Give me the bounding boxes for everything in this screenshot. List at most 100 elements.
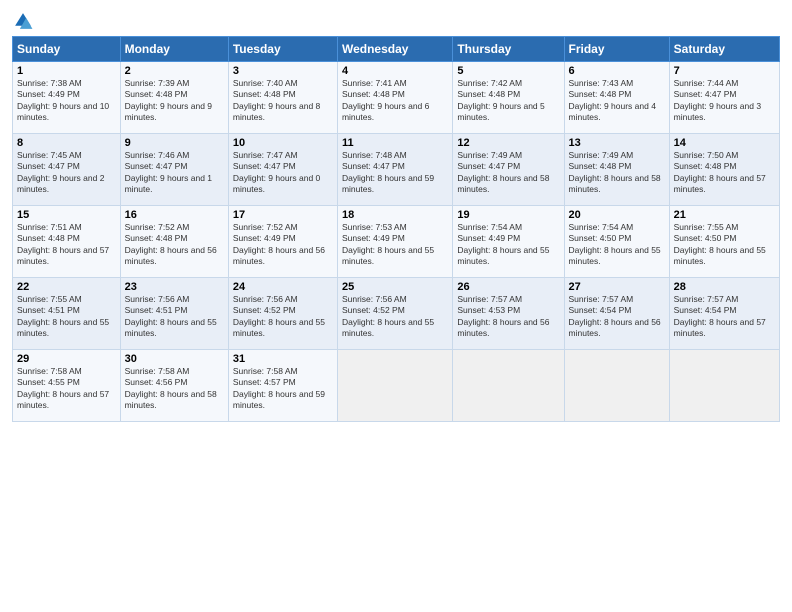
day-info: Sunrise: 7:50 AMSunset: 4:48 PMDaylight:…: [674, 150, 775, 196]
day-number: 25: [342, 281, 448, 293]
week-row-5: 29 Sunrise: 7:58 AMSunset: 4:55 PMDaylig…: [13, 350, 780, 422]
calendar-cell: 29 Sunrise: 7:58 AMSunset: 4:55 PMDaylig…: [13, 350, 121, 422]
calendar-cell: 4 Sunrise: 7:41 AMSunset: 4:48 PMDayligh…: [337, 62, 452, 134]
calendar-cell: 23 Sunrise: 7:56 AMSunset: 4:51 PMDaylig…: [120, 278, 228, 350]
header-wednesday: Wednesday: [337, 37, 452, 62]
calendar-cell: 1 Sunrise: 7:38 AMSunset: 4:49 PMDayligh…: [13, 62, 121, 134]
calendar-cell: 2 Sunrise: 7:39 AMSunset: 4:48 PMDayligh…: [120, 62, 228, 134]
day-number: 11: [342, 137, 448, 149]
calendar-cell: 16 Sunrise: 7:52 AMSunset: 4:48 PMDaylig…: [120, 206, 228, 278]
day-info: Sunrise: 7:43 AMSunset: 4:48 PMDaylight:…: [569, 78, 665, 124]
calendar-cell: 22 Sunrise: 7:55 AMSunset: 4:51 PMDaylig…: [13, 278, 121, 350]
calendar-cell: 13 Sunrise: 7:49 AMSunset: 4:48 PMDaylig…: [564, 134, 669, 206]
calendar-cell: 10 Sunrise: 7:47 AMSunset: 4:47 PMDaylig…: [228, 134, 337, 206]
week-row-1: 1 Sunrise: 7:38 AMSunset: 4:49 PMDayligh…: [13, 62, 780, 134]
header-row: SundayMondayTuesdayWednesdayThursdayFrid…: [13, 37, 780, 62]
calendar-cell: 30 Sunrise: 7:58 AMSunset: 4:56 PMDaylig…: [120, 350, 228, 422]
day-number: 17: [233, 209, 333, 221]
calendar-cell: 3 Sunrise: 7:40 AMSunset: 4:48 PMDayligh…: [228, 62, 337, 134]
day-number: 3: [233, 65, 333, 77]
day-info: Sunrise: 7:55 AMSunset: 4:51 PMDaylight:…: [17, 294, 116, 340]
day-info: Sunrise: 7:54 AMSunset: 4:50 PMDaylight:…: [569, 222, 665, 268]
day-number: 23: [125, 281, 224, 293]
day-number: 26: [457, 281, 559, 293]
day-info: Sunrise: 7:40 AMSunset: 4:48 PMDaylight:…: [233, 78, 333, 124]
day-info: Sunrise: 7:57 AMSunset: 4:54 PMDaylight:…: [674, 294, 775, 340]
calendar-cell: 19 Sunrise: 7:54 AMSunset: 4:49 PMDaylig…: [453, 206, 564, 278]
day-info: Sunrise: 7:42 AMSunset: 4:48 PMDaylight:…: [457, 78, 559, 124]
day-info: Sunrise: 7:38 AMSunset: 4:49 PMDaylight:…: [17, 78, 116, 124]
day-number: 2: [125, 65, 224, 77]
calendar-cell: 7 Sunrise: 7:44 AMSunset: 4:47 PMDayligh…: [669, 62, 779, 134]
day-info: Sunrise: 7:58 AMSunset: 4:55 PMDaylight:…: [17, 366, 116, 412]
day-info: Sunrise: 7:56 AMSunset: 4:52 PMDaylight:…: [342, 294, 448, 340]
day-info: Sunrise: 7:54 AMSunset: 4:49 PMDaylight:…: [457, 222, 559, 268]
calendar-header: SundayMondayTuesdayWednesdayThursdayFrid…: [13, 37, 780, 62]
day-info: Sunrise: 7:47 AMSunset: 4:47 PMDaylight:…: [233, 150, 333, 196]
day-number: 24: [233, 281, 333, 293]
calendar-cell: [453, 350, 564, 422]
calendar-cell: 6 Sunrise: 7:43 AMSunset: 4:48 PMDayligh…: [564, 62, 669, 134]
calendar-cell: 9 Sunrise: 7:46 AMSunset: 4:47 PMDayligh…: [120, 134, 228, 206]
day-info: Sunrise: 7:56 AMSunset: 4:52 PMDaylight:…: [233, 294, 333, 340]
day-number: 31: [233, 353, 333, 365]
logo-icon: [12, 10, 34, 32]
day-number: 19: [457, 209, 559, 221]
calendar-cell: 8 Sunrise: 7:45 AMSunset: 4:47 PMDayligh…: [13, 134, 121, 206]
day-info: Sunrise: 7:49 AMSunset: 4:48 PMDaylight:…: [569, 150, 665, 196]
day-number: 28: [674, 281, 775, 293]
day-info: Sunrise: 7:52 AMSunset: 4:49 PMDaylight:…: [233, 222, 333, 268]
day-info: Sunrise: 7:45 AMSunset: 4:47 PMDaylight:…: [17, 150, 116, 196]
day-number: 29: [17, 353, 116, 365]
week-row-3: 15 Sunrise: 7:51 AMSunset: 4:48 PMDaylig…: [13, 206, 780, 278]
day-number: 30: [125, 353, 224, 365]
day-number: 12: [457, 137, 559, 149]
header: [12, 10, 780, 32]
calendar-cell: 15 Sunrise: 7:51 AMSunset: 4:48 PMDaylig…: [13, 206, 121, 278]
day-info: Sunrise: 7:52 AMSunset: 4:48 PMDaylight:…: [125, 222, 224, 268]
calendar-cell: [564, 350, 669, 422]
day-info: Sunrise: 7:44 AMSunset: 4:47 PMDaylight:…: [674, 78, 775, 124]
day-number: 1: [17, 65, 116, 77]
header-saturday: Saturday: [669, 37, 779, 62]
day-number: 21: [674, 209, 775, 221]
header-sunday: Sunday: [13, 37, 121, 62]
header-tuesday: Tuesday: [228, 37, 337, 62]
day-number: 20: [569, 209, 665, 221]
calendar-cell: 25 Sunrise: 7:56 AMSunset: 4:52 PMDaylig…: [337, 278, 452, 350]
week-row-4: 22 Sunrise: 7:55 AMSunset: 4:51 PMDaylig…: [13, 278, 780, 350]
day-info: Sunrise: 7:55 AMSunset: 4:50 PMDaylight:…: [674, 222, 775, 268]
day-info: Sunrise: 7:49 AMSunset: 4:47 PMDaylight:…: [457, 150, 559, 196]
day-info: Sunrise: 7:41 AMSunset: 4:48 PMDaylight:…: [342, 78, 448, 124]
day-number: 4: [342, 65, 448, 77]
day-number: 16: [125, 209, 224, 221]
calendar-cell: 27 Sunrise: 7:57 AMSunset: 4:54 PMDaylig…: [564, 278, 669, 350]
calendar-cell: 21 Sunrise: 7:55 AMSunset: 4:50 PMDaylig…: [669, 206, 779, 278]
calendar-cell: 5 Sunrise: 7:42 AMSunset: 4:48 PMDayligh…: [453, 62, 564, 134]
calendar-cell: 20 Sunrise: 7:54 AMSunset: 4:50 PMDaylig…: [564, 206, 669, 278]
day-info: Sunrise: 7:58 AMSunset: 4:57 PMDaylight:…: [233, 366, 333, 412]
day-number: 22: [17, 281, 116, 293]
logo: [12, 10, 38, 32]
week-row-2: 8 Sunrise: 7:45 AMSunset: 4:47 PMDayligh…: [13, 134, 780, 206]
day-info: Sunrise: 7:48 AMSunset: 4:47 PMDaylight:…: [342, 150, 448, 196]
header-thursday: Thursday: [453, 37, 564, 62]
day-number: 6: [569, 65, 665, 77]
calendar-cell: 14 Sunrise: 7:50 AMSunset: 4:48 PMDaylig…: [669, 134, 779, 206]
header-monday: Monday: [120, 37, 228, 62]
day-info: Sunrise: 7:39 AMSunset: 4:48 PMDaylight:…: [125, 78, 224, 124]
calendar-cell: [337, 350, 452, 422]
calendar-cell: 17 Sunrise: 7:52 AMSunset: 4:49 PMDaylig…: [228, 206, 337, 278]
calendar-body: 1 Sunrise: 7:38 AMSunset: 4:49 PMDayligh…: [13, 62, 780, 422]
header-friday: Friday: [564, 37, 669, 62]
day-number: 18: [342, 209, 448, 221]
calendar-cell: 18 Sunrise: 7:53 AMSunset: 4:49 PMDaylig…: [337, 206, 452, 278]
day-info: Sunrise: 7:46 AMSunset: 4:47 PMDaylight:…: [125, 150, 224, 196]
calendar-cell: 26 Sunrise: 7:57 AMSunset: 4:53 PMDaylig…: [453, 278, 564, 350]
calendar-cell: [669, 350, 779, 422]
day-info: Sunrise: 7:58 AMSunset: 4:56 PMDaylight:…: [125, 366, 224, 412]
day-info: Sunrise: 7:57 AMSunset: 4:53 PMDaylight:…: [457, 294, 559, 340]
day-number: 9: [125, 137, 224, 149]
day-number: 7: [674, 65, 775, 77]
day-number: 15: [17, 209, 116, 221]
